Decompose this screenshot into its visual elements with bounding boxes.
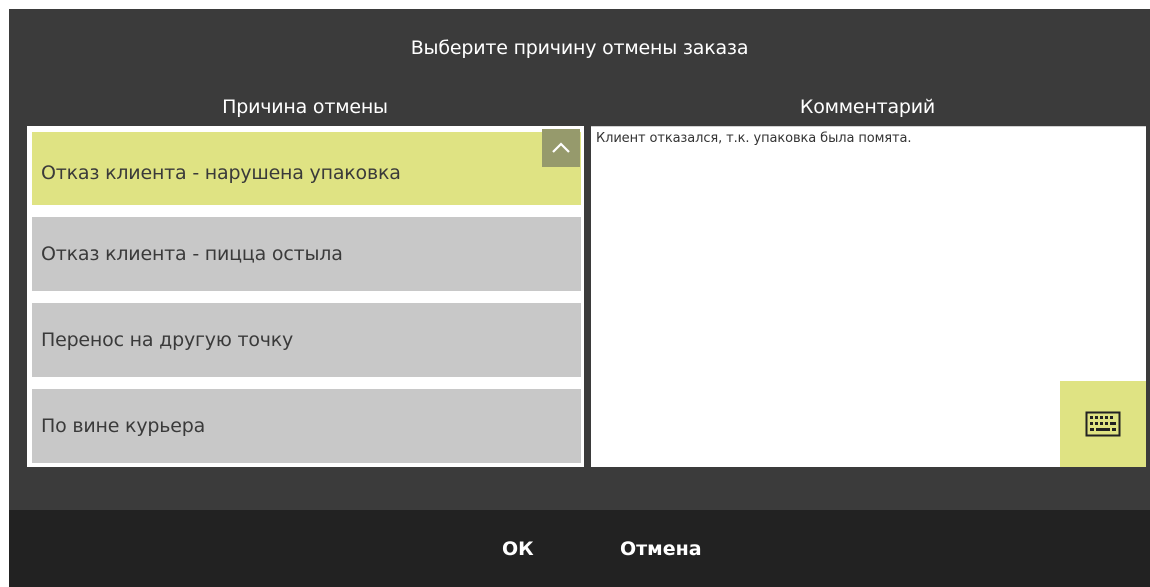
reason-item-courier-fault[interactable]: По вине курьера <box>32 389 581 463</box>
keyboard-button[interactable] <box>1060 381 1146 467</box>
reason-item-label: По вине курьера <box>41 415 206 437</box>
dialog-footer: ОК Отмена <box>9 510 1150 587</box>
reason-item-pizza-cold[interactable]: Отказ клиента - пицца остыла <box>32 217 581 291</box>
dialog-title: Выберите причину отмены заказа <box>410 37 749 59</box>
screen: Выберите причину отмены заказа Причина о… <box>0 0 1150 587</box>
reason-item-label: Перенос на другую точку <box>41 329 294 351</box>
comment-textarea[interactable]: Клиент отказался, т.к. упаковка была пом… <box>591 126 1146 467</box>
cancel-button[interactable]: Отмена <box>620 510 702 587</box>
reason-column-header: Причина отмены <box>222 96 388 118</box>
comment-column-header: Комментарий <box>799 96 936 118</box>
reason-item-label: Отказ клиента - нарушена упаковка <box>41 161 401 184</box>
ok-button[interactable]: ОК <box>502 510 534 587</box>
reason-item-packaging-damaged[interactable]: Отказ клиента - нарушена упаковка <box>32 132 581 205</box>
keyboard-icon <box>1085 411 1121 437</box>
scroll-up-button[interactable] <box>542 129 580 167</box>
reason-item-label: Отказ клиента - пицца остыла <box>41 243 343 265</box>
reason-list: Отказ клиента - нарушена упаковка Отказ … <box>27 126 584 467</box>
chevron-up-icon <box>552 142 570 153</box>
comment-value: Клиент отказался, т.к. упаковка была пом… <box>596 131 912 146</box>
reason-item-transfer-location[interactable]: Перенос на другую точку <box>32 303 581 377</box>
cancel-order-dialog: Выберите причину отмены заказа Причина о… <box>9 9 1150 587</box>
